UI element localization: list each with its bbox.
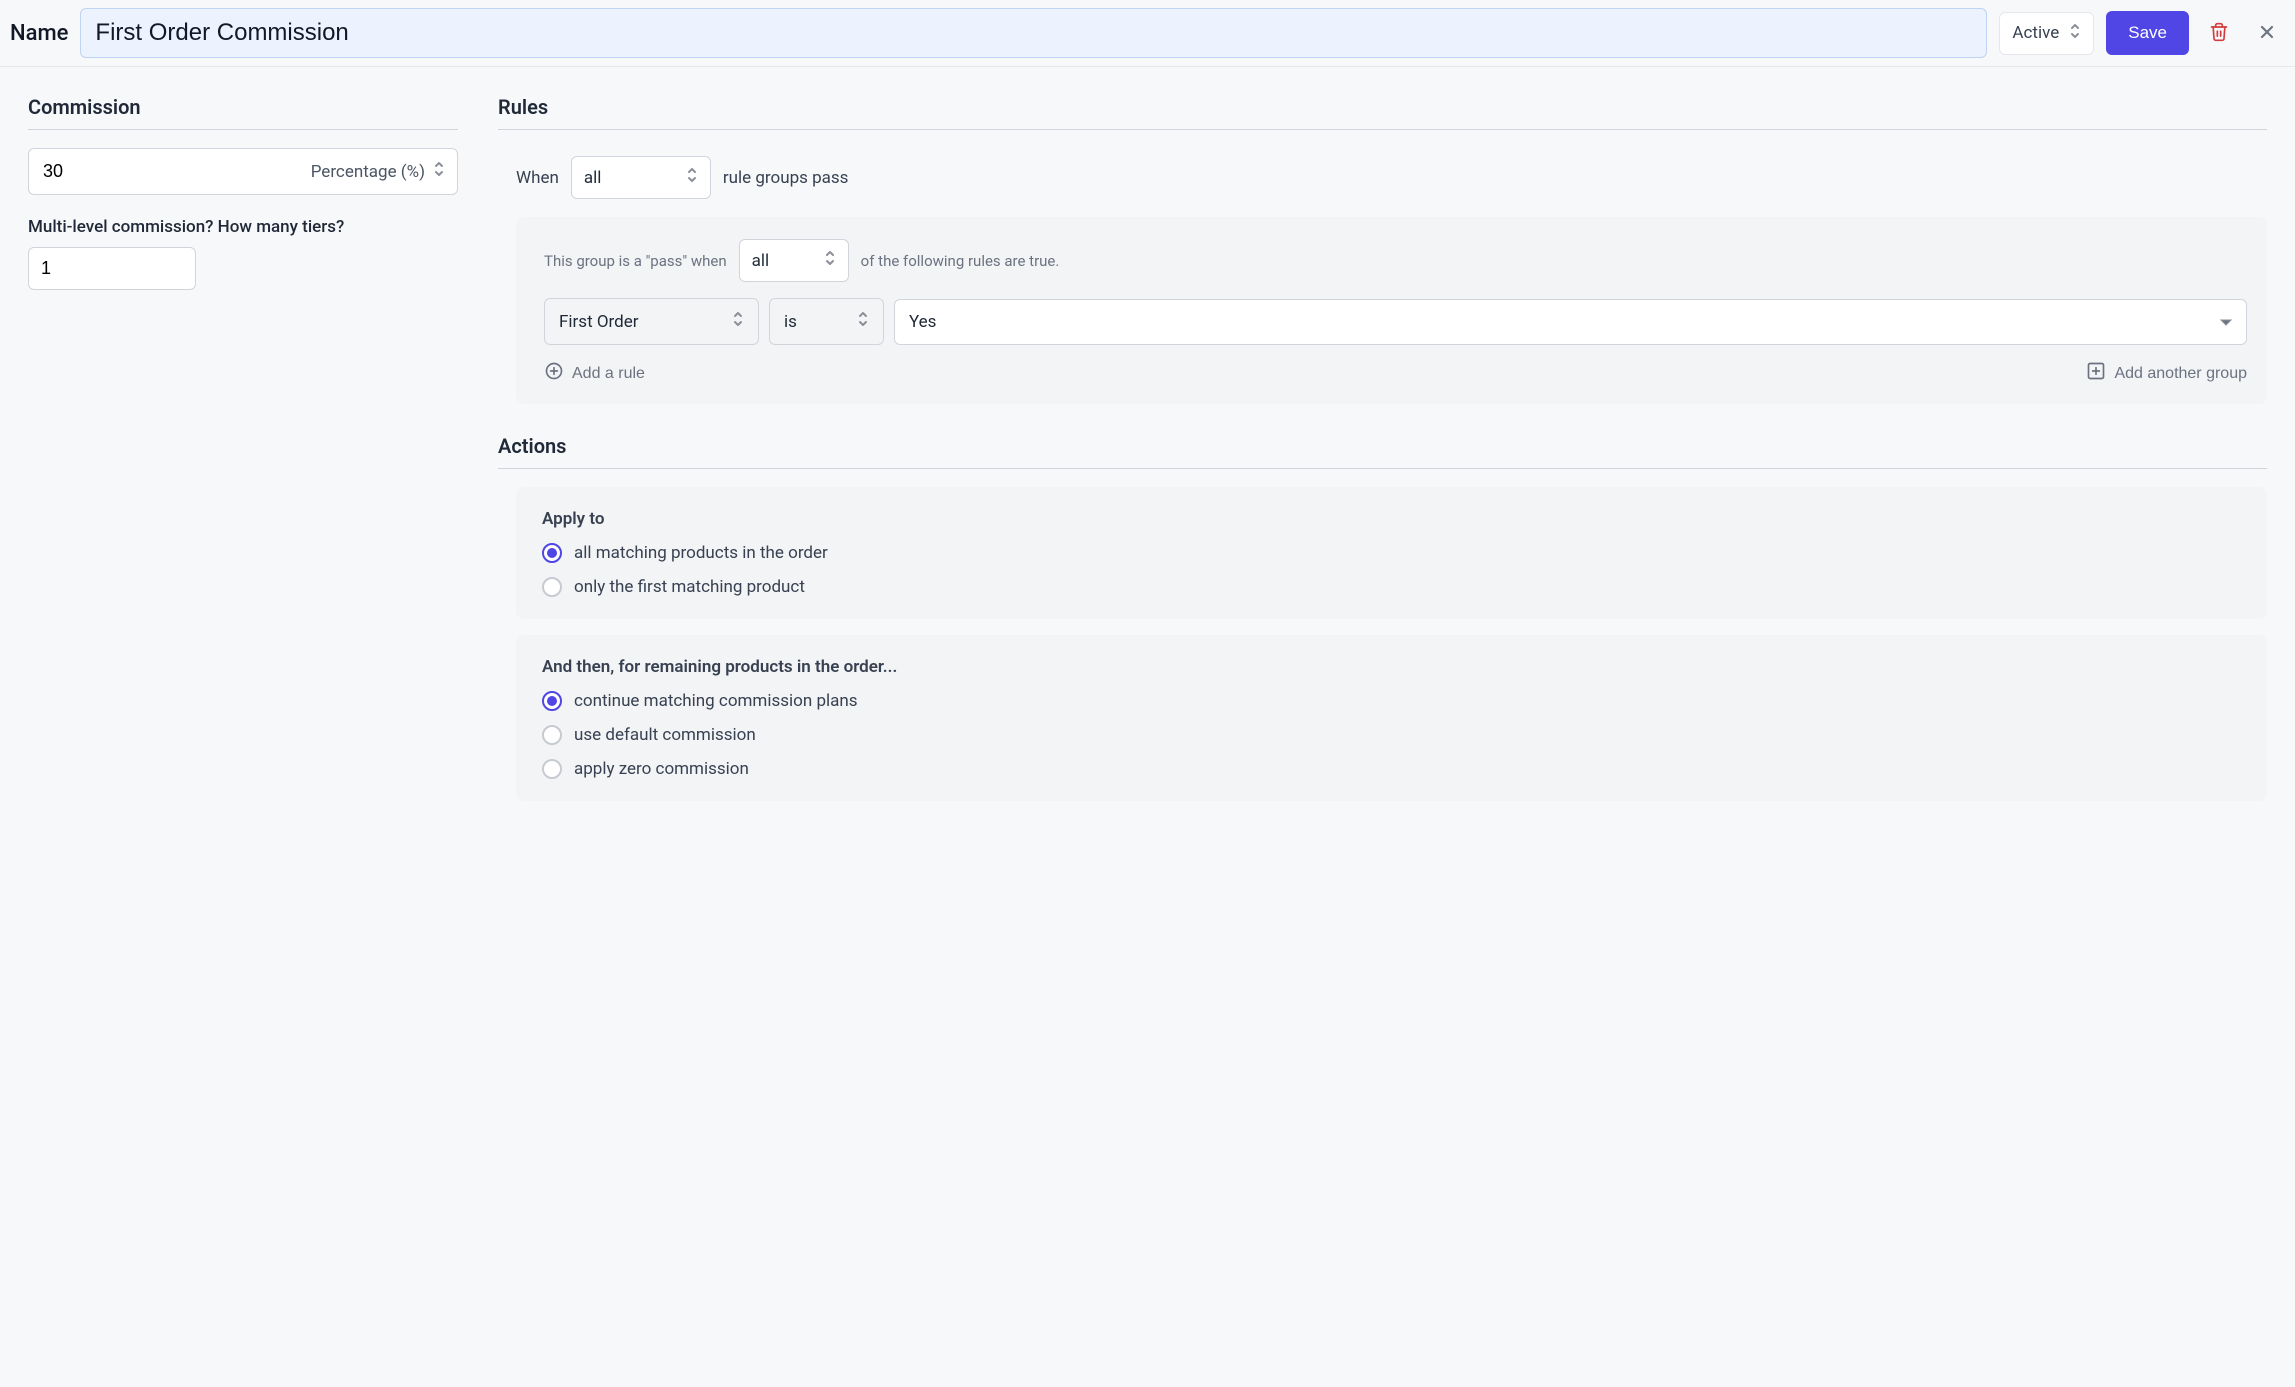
name-input[interactable]: [80, 8, 1987, 58]
close-icon: [2257, 22, 2277, 45]
when-mode-select[interactable]: all: [571, 156, 711, 199]
when-suffix: rule groups pass: [723, 168, 849, 188]
commission-unit-label: Percentage (%): [311, 162, 425, 182]
then-heading: And then, for remaining products in the …: [542, 657, 2241, 677]
chevrons-icon: [824, 250, 836, 271]
commission-row: Percentage (%): [28, 148, 458, 195]
then-card: And then, for remaining products in the …: [516, 635, 2267, 801]
add-group-label: Add another group: [2114, 365, 2247, 383]
caret-down-icon: [2220, 312, 2232, 332]
then-option-continue[interactable]: continue matching commission plans: [542, 691, 2241, 711]
rule-group: This group is a "pass" when all of the f…: [516, 217, 2267, 404]
radio-unchecked-icon: [542, 759, 562, 779]
rules-section: Rules When all rule groups pass This gro…: [498, 95, 2267, 404]
rule-line: First Order is Yes: [544, 298, 2247, 345]
rule-value-text: Yes: [909, 312, 936, 332]
content: Commission Percentage (%) Multi-level co…: [0, 67, 2295, 841]
rule-operator-value: is: [784, 312, 797, 332]
group-when-row: This group is a "pass" when all of the f…: [544, 239, 2247, 282]
group-footer: Add a rule Add another group: [544, 361, 2247, 386]
status-select[interactable]: Active: [1999, 12, 2094, 55]
actions-section: Actions Apply to all matching products i…: [498, 434, 2267, 801]
rules-when-row: When all rule groups pass: [498, 148, 2267, 217]
delete-button[interactable]: [2201, 14, 2237, 53]
when-label: When: [516, 168, 559, 188]
status-value: Active: [2012, 23, 2059, 43]
group-mode-value: all: [752, 251, 770, 271]
apply-to-all-label: all matching products in the order: [574, 543, 828, 563]
radio-unchecked-icon: [542, 577, 562, 597]
then-continue-label: continue matching commission plans: [574, 691, 858, 711]
add-rule-button[interactable]: Add a rule: [544, 361, 645, 386]
apply-to-heading: Apply to: [542, 509, 2241, 529]
plus-circle-icon: [544, 361, 564, 386]
group-suffix: of the following rules are true.: [861, 252, 1060, 270]
then-option-default[interactable]: use default commission: [542, 725, 2241, 745]
right-column: Rules When all rule groups pass This gro…: [498, 95, 2267, 801]
chevrons-icon: [732, 311, 744, 332]
chevrons-icon: [433, 161, 445, 182]
apply-to-card: Apply to all matching products in the or…: [516, 487, 2267, 619]
radio-checked-icon: [542, 691, 562, 711]
chevrons-icon: [2069, 23, 2081, 44]
when-mode-value: all: [584, 168, 602, 188]
rule-operator-select[interactable]: is: [769, 298, 884, 345]
rule-subject-select[interactable]: First Order: [544, 298, 759, 345]
then-zero-label: apply zero commission: [574, 759, 749, 779]
apply-to-first-label: only the first matching product: [574, 577, 805, 597]
header-bar: Name Active Save: [0, 0, 2295, 67]
name-label: Name: [10, 21, 68, 46]
apply-to-option-all[interactable]: all matching products in the order: [542, 543, 2241, 563]
commission-heading: Commission: [28, 95, 458, 130]
radio-checked-icon: [542, 543, 562, 563]
group-prefix: This group is a "pass" when: [544, 252, 727, 270]
commission-value-input[interactable]: [29, 149, 299, 194]
commission-unit-select[interactable]: Percentage (%): [299, 149, 457, 194]
commission-section: Commission Percentage (%) Multi-level co…: [28, 95, 458, 801]
add-rule-label: Add a rule: [572, 365, 645, 383]
rules-heading: Rules: [498, 95, 2267, 130]
group-mode-select[interactable]: all: [739, 239, 849, 282]
chevrons-icon: [857, 311, 869, 332]
then-default-label: use default commission: [574, 725, 756, 745]
tiers-input[interactable]: [28, 247, 196, 290]
then-option-zero[interactable]: apply zero commission: [542, 759, 2241, 779]
chevrons-icon: [686, 167, 698, 188]
save-button[interactable]: Save: [2106, 11, 2189, 55]
rule-subject-value: First Order: [559, 312, 639, 332]
add-group-button[interactable]: Add another group: [2086, 361, 2247, 386]
close-button[interactable]: [2249, 14, 2285, 53]
tiers-label: Multi-level commission? How many tiers?: [28, 217, 458, 237]
radio-unchecked-icon: [542, 725, 562, 745]
plus-square-icon: [2086, 361, 2106, 386]
actions-heading: Actions: [498, 434, 2267, 469]
rule-value-select[interactable]: Yes: [894, 299, 2247, 345]
apply-to-option-first[interactable]: only the first matching product: [542, 577, 2241, 597]
trash-icon: [2209, 22, 2229, 45]
